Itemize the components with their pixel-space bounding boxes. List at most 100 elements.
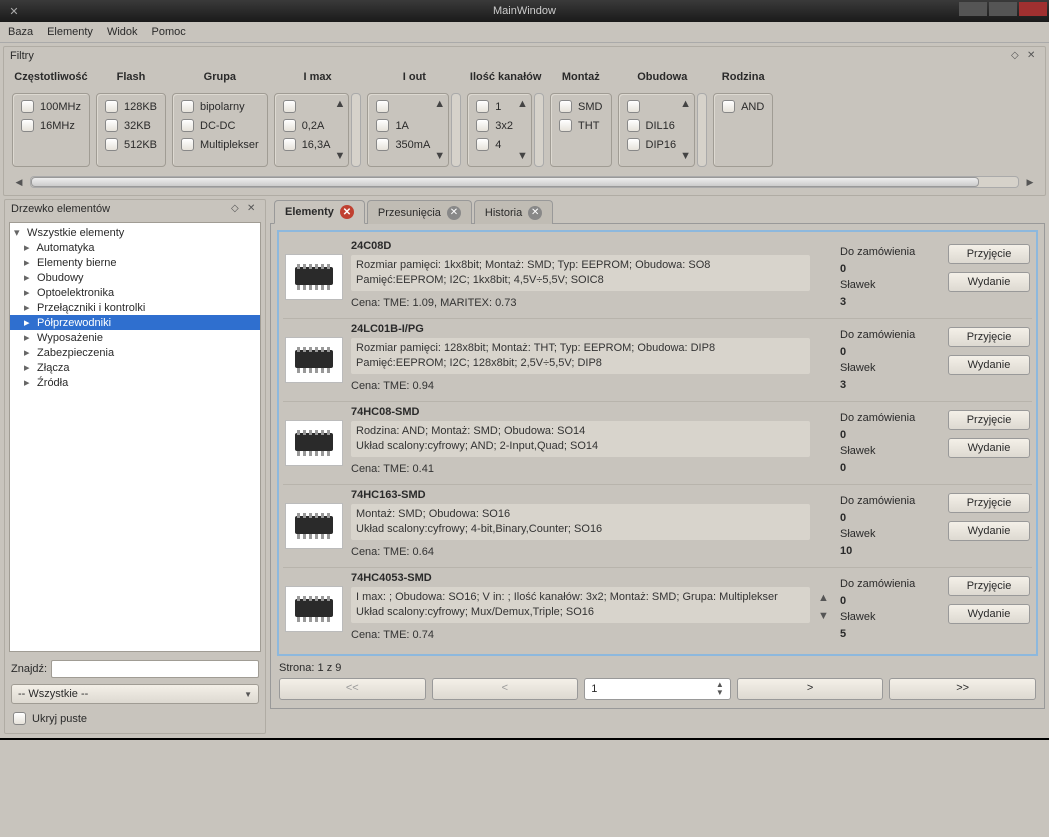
- scroll-up-icon[interactable]: ▲: [517, 98, 529, 110]
- filter-scrollbar[interactable]: [351, 93, 361, 167]
- item-row: 24C08DRozmiar pamięci: 1kx8bit; Montaż: …: [283, 236, 1032, 319]
- scroll-left-icon[interactable]: ◀: [12, 175, 26, 189]
- scroll-up-icon[interactable]: ▲: [680, 98, 692, 110]
- filter-scrollbar[interactable]: [451, 93, 461, 167]
- find-input[interactable]: [51, 660, 259, 678]
- item-thumbnail: [285, 420, 343, 466]
- filters-pin-icon[interactable]: ◇: [1011, 50, 1023, 62]
- tree-item[interactable]: ▸ Automatyka: [10, 240, 260, 255]
- pager-page-spin[interactable]: 1 ▲▼: [584, 678, 731, 700]
- wydanie-button[interactable]: Wydanie: [948, 272, 1030, 292]
- tree-item[interactable]: ▸ Półprzewodniki: [10, 315, 260, 330]
- pager-next-button[interactable]: >: [737, 678, 884, 700]
- pager-text: 1 z 9: [318, 662, 342, 674]
- filter-checkbox[interactable]: DIL16: [627, 119, 677, 132]
- filter-header: I out: [367, 71, 461, 83]
- filter-header: Częstotliwość: [12, 71, 90, 83]
- item-order-info: Do zamówienia0Sławek10: [840, 489, 940, 559]
- item-down-icon[interactable]: ▼: [818, 610, 832, 622]
- tab-elementy[interactable]: Elementy ✕: [274, 200, 365, 224]
- tree-root[interactable]: ▾ Wszystkie elementy: [10, 225, 260, 240]
- scroll-down-icon[interactable]: ▼: [434, 150, 446, 162]
- filter-checkbox[interactable]: 3x2: [476, 119, 513, 132]
- hide-empty-checkbox[interactable]: Ukryj puste: [13, 712, 259, 725]
- find-label: Znajdź:: [11, 663, 47, 675]
- przyjecie-button[interactable]: Przyjęcie: [948, 576, 1030, 596]
- filter-checkbox[interactable]: 350mA: [376, 138, 430, 151]
- filter-checkbox[interactable]: THT: [559, 119, 602, 132]
- tree-item[interactable]: ▸ Przełączniki i kontrolki: [10, 300, 260, 315]
- filter-checkbox[interactable]: AND: [722, 100, 764, 113]
- spin-arrows-icon[interactable]: ▲▼: [716, 681, 724, 697]
- filter-checkbox[interactable]: SMD: [559, 100, 602, 113]
- tree-view[interactable]: ▾ Wszystkie elementy▸ Automatyka▸ Elemen…: [9, 222, 261, 652]
- menu-pomoc[interactable]: Pomoc: [152, 26, 186, 38]
- tree-item[interactable]: ▸ Elementy bierne: [10, 255, 260, 270]
- filter-checkbox[interactable]: 32KB: [105, 119, 157, 132]
- item-order-info: Do zamówienia0Sławek5: [840, 572, 940, 642]
- menubar: Baza Elementy Widok Pomoc: [0, 22, 1049, 43]
- tree-item[interactable]: ▸ Źródła: [10, 375, 260, 390]
- filter-checkbox[interactable]: 0,2A: [283, 119, 331, 132]
- przyjecie-button[interactable]: Przyjęcie: [948, 493, 1030, 513]
- filter-checkbox[interactable]: 16MHz: [21, 119, 81, 132]
- scroll-up-icon[interactable]: ▲: [434, 98, 446, 110]
- filter-checkbox[interactable]: [376, 100, 430, 113]
- filter-combo[interactable]: -- Wszystkie -- ▼: [11, 684, 259, 704]
- pager-first-button[interactable]: <<: [279, 678, 426, 700]
- tab-historia[interactable]: Historia ✕: [474, 200, 553, 224]
- filter-scrollbar[interactable]: [697, 93, 707, 167]
- maximize-button[interactable]: [989, 2, 1017, 16]
- tab-close-icon[interactable]: ✕: [447, 206, 461, 220]
- window-close-button[interactable]: [1019, 2, 1047, 16]
- menu-widok[interactable]: Widok: [107, 26, 138, 38]
- wydanie-button[interactable]: Wydanie: [948, 521, 1030, 541]
- filter-checkbox[interactable]: DIP16: [627, 138, 677, 151]
- filters-hscroll[interactable]: ◀ ▶: [12, 175, 1037, 189]
- tab-close-icon[interactable]: ✕: [340, 205, 354, 219]
- scroll-down-icon[interactable]: ▼: [680, 150, 692, 162]
- filter-checkbox[interactable]: [627, 100, 677, 113]
- filter-checkbox[interactable]: 4: [476, 138, 513, 151]
- wydanie-button[interactable]: Wydanie: [948, 604, 1030, 624]
- minimize-button[interactable]: [959, 2, 987, 16]
- tab-close-icon[interactable]: ✕: [528, 206, 542, 220]
- filter-checkbox[interactable]: Multiplekser: [181, 138, 259, 151]
- filter-checkbox[interactable]: 128KB: [105, 100, 157, 113]
- filter-checkbox[interactable]: [283, 100, 331, 113]
- filters-close-icon[interactable]: ✕: [1027, 50, 1039, 62]
- window-title: MainWindow: [493, 5, 556, 17]
- tree-item[interactable]: ▸ Optoelektronika: [10, 285, 260, 300]
- scroll-up-icon[interactable]: ▲: [334, 98, 346, 110]
- przyjecie-button[interactable]: Przyjęcie: [948, 410, 1030, 430]
- item-row: 74HC163-SMDMontaż: SMD; Obudowa: SO16Ukł…: [283, 485, 1032, 568]
- tree-close-icon[interactable]: ✕: [247, 203, 259, 215]
- scroll-right-icon[interactable]: ▶: [1023, 175, 1037, 189]
- filter-checkbox[interactable]: 100MHz: [21, 100, 81, 113]
- pager-last-button[interactable]: >>: [889, 678, 1036, 700]
- pager-prev-button[interactable]: <: [432, 678, 579, 700]
- menu-baza[interactable]: Baza: [8, 26, 33, 38]
- filter-checkbox[interactable]: 1A: [376, 119, 430, 132]
- tree-item[interactable]: ▸ Wyposażenie: [10, 330, 260, 345]
- tree-pin-icon[interactable]: ◇: [231, 203, 243, 215]
- wydanie-button[interactable]: Wydanie: [948, 438, 1030, 458]
- filter-checkbox[interactable]: DC-DC: [181, 119, 259, 132]
- filter-checkbox[interactable]: 512KB: [105, 138, 157, 151]
- filter-checkbox[interactable]: bipolarny: [181, 100, 259, 113]
- przyjecie-button[interactable]: Przyjęcie: [948, 327, 1030, 347]
- tree-item[interactable]: ▸ Złącza: [10, 360, 260, 375]
- menu-elementy[interactable]: Elementy: [47, 26, 93, 38]
- tree-item[interactable]: ▸ Zabezpieczenia: [10, 345, 260, 360]
- tab-przesuniecia[interactable]: Przesunięcia ✕: [367, 200, 472, 224]
- wydanie-button[interactable]: Wydanie: [948, 355, 1030, 375]
- scroll-down-icon[interactable]: ▼: [517, 150, 529, 162]
- filter-scrollbar[interactable]: [534, 93, 544, 167]
- scroll-down-icon[interactable]: ▼: [334, 150, 346, 162]
- filter-checkbox[interactable]: 16,3A: [283, 138, 331, 151]
- przyjecie-button[interactable]: Przyjęcie: [948, 244, 1030, 264]
- tabs: Elementy ✕ Przesunięcia ✕ Historia ✕: [270, 199, 1045, 224]
- tree-item[interactable]: ▸ Obudowy: [10, 270, 260, 285]
- item-up-icon[interactable]: ▲: [818, 592, 832, 604]
- filter-checkbox[interactable]: 1: [476, 100, 513, 113]
